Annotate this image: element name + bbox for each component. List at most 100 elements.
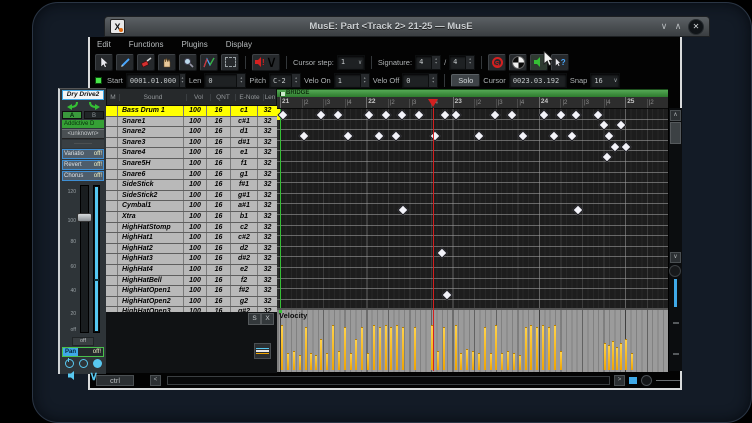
grid-row[interactable] [277,215,668,226]
track-name[interactable]: Dry Drive2 [62,90,104,100]
controller-close-button[interactable]: X [261,313,274,325]
velocity-bar[interactable] [620,343,622,370]
drum-row-snare2[interactable]: Snare210016d132 [106,127,277,138]
grid-row[interactable] [277,183,668,194]
signature-denominator-spinbox[interactable]: 4▴▾ [449,55,475,70]
column-header-sound[interactable]: Sound [120,94,187,101]
zoom-tool-button[interactable] [179,54,197,71]
bank-a-button[interactable]: A [62,111,82,119]
velocity-bar[interactable] [320,339,322,370]
velocity-bar[interactable] [554,325,556,370]
grid-row[interactable] [277,279,668,290]
column-header-vol[interactable]: Vol [187,94,211,101]
velocity-pane[interactable]: Velocity [277,308,668,372]
timeline-ruler[interactable]: 21|2|3|422|2|3|423|2|3|424|2|3|425|2 [277,97,668,109]
route-arrow-left-icon[interactable] [67,101,79,110]
hzoom-slider-knob[interactable] [641,375,652,386]
hzoom-slider-track[interactable] [656,380,680,381]
column-header-m[interactable]: M [107,94,120,101]
vscroll-thumb[interactable] [670,122,681,144]
drum-row-highhatstomp[interactable]: HighHatStomp10016c232 [106,223,277,234]
controller-select-button[interactable] [254,343,271,359]
window-shade-button[interactable]: ∨ [657,17,671,36]
speaker-icon[interactable] [68,371,78,380]
eraser-tool-button[interactable] [137,54,155,71]
velocity-bar[interactable] [373,325,375,370]
velocity-bar[interactable] [608,345,610,370]
velocity-bar[interactable] [379,327,381,370]
menu-item-functions[interactable]: Functions [129,40,164,49]
drum-row-highhat1[interactable]: HighHat110016c#232 [106,233,277,244]
drum-row-highhatbell[interactable]: HighHatBell10016f232 [106,276,277,287]
velocity-bar[interactable] [414,327,416,370]
velocity-bar[interactable] [326,353,328,370]
drum-row-bass-drum-1[interactable]: Bass Drum 110016c132 [106,106,277,117]
velocity-bar[interactable] [484,327,486,370]
pitch-spinbox[interactable]: C-2▴▾ [269,73,301,88]
drum-row-cymbal1[interactable]: Cymbal110016a#132 [106,201,277,212]
drum-row-snare3[interactable]: Snare310016d#132 [106,138,277,149]
velocity-bar[interactable] [443,327,445,370]
menu-item-plugins[interactable]: Plugins [181,40,207,49]
drum-row-snare1[interactable]: Snare110016c#132 [106,117,277,128]
hscroll-left-button[interactable]: < [150,375,161,386]
drum-row-highhatopen2[interactable]: HighHatOpen210016g232 [106,297,277,308]
velocity-bar[interactable] [530,325,532,370]
grid-row[interactable] [277,236,668,247]
pan-tool-button[interactable] [158,54,176,71]
strip-control-chorus[interactable]: Chorusoff! [62,171,104,181]
velocity-bar[interactable] [631,353,633,370]
hscroll-right-button[interactable]: > [614,375,625,386]
drum-row-highhat3[interactable]: HighHat310016d#232 [106,254,277,265]
velocity-bar[interactable] [396,325,398,370]
pencil-tool-button[interactable] [116,54,134,71]
drum-row-snare6[interactable]: Snare610016g132 [106,170,277,181]
velocity-bar[interactable] [402,327,404,370]
grid-row[interactable] [277,289,668,300]
fader-handle[interactable] [77,213,92,222]
velocity-bar[interactable] [305,327,307,370]
pointer-tool-button[interactable] [95,54,113,71]
velocity-bar[interactable] [616,347,618,370]
drum-row-xtra[interactable]: Xtra10016b132 [106,212,277,223]
playhead-triangle[interactable] [428,99,438,107]
grid-row[interactable] [277,204,668,215]
velocity-bar[interactable] [338,351,340,370]
bank-b-button[interactable]: B [84,111,104,119]
drum-row-snare5h[interactable]: Snare5H10016f132 [106,159,277,170]
volume-value[interactable]: off [72,337,94,346]
grid-row[interactable] [277,194,668,205]
marker-bar[interactable]: BRIDGE [277,89,668,97]
grid-row[interactable] [277,257,668,268]
velocity-bar[interactable] [604,343,606,370]
vzoom-slider-knob[interactable] [669,265,681,277]
power-icon[interactable] [65,359,74,368]
column-header-qnt[interactable]: QNT [211,94,236,101]
bank-select-button[interactable]: <unknown> [62,129,104,139]
len-spinbox[interactable]: 0▴▾ [204,73,246,88]
program-blank-field[interactable]: ——— [62,140,104,148]
draw-lines-tool-button[interactable] [200,54,218,71]
velocity-bar[interactable] [332,325,334,370]
monitor-dot-icon[interactable] [93,359,102,368]
fader-groove[interactable] [80,185,89,333]
velocity-bar[interactable] [460,353,462,370]
grid-row[interactable] [277,300,668,308]
grid-row[interactable] [277,226,668,237]
velocity-bar[interactable] [560,351,562,370]
window-titlebar[interactable]: X MusE: Part <Track 2> 21-25 — MusE ∨ ∧ … [104,16,710,37]
strip-control-revert[interactable]: Revertoff! [62,160,104,170]
grid-row[interactable] [277,268,668,279]
velocity-bar[interactable] [390,327,392,370]
velocity-bar[interactable] [287,353,289,370]
velocity-bar[interactable] [525,327,527,370]
chevron-down-icon[interactable]: ∨ [89,371,98,381]
window-close-button[interactable]: ✕ [688,19,704,35]
velocity-bar[interactable] [519,355,521,370]
velocity-bar[interactable] [536,327,538,370]
column-header-len[interactable]: Len [264,94,276,101]
velocity-bar[interactable] [548,327,550,370]
audition-events-button[interactable]: ! ∨ [252,54,280,71]
velocity-bar[interactable] [501,353,503,370]
velocity-bar[interactable] [281,325,283,370]
